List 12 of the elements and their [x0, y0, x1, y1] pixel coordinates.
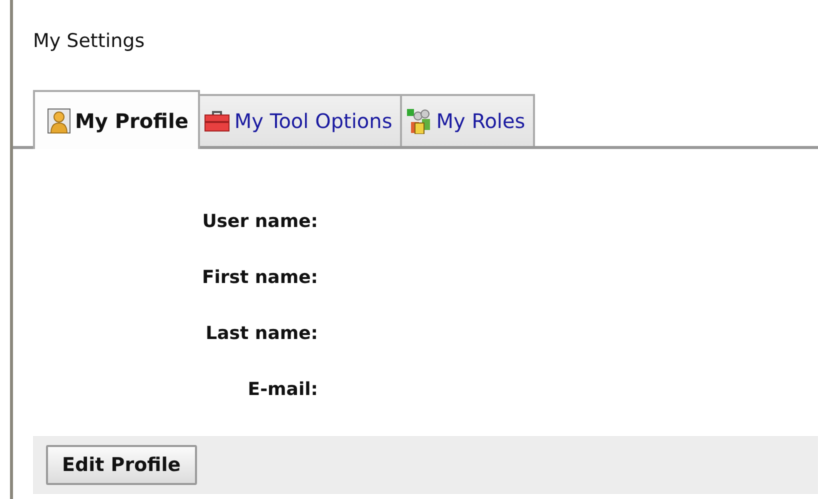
people-icon [406, 108, 432, 134]
person-icon [47, 108, 71, 134]
field-label: First name: [200, 267, 318, 290]
field-label: User name: [201, 211, 318, 234]
field-label: E-mail: [246, 379, 318, 402]
edit-profile-button[interactable]: Edit Profile [46, 445, 197, 485]
field-label: Last name: [204, 323, 318, 346]
tab[interactable]: My Roles [402, 94, 536, 146]
tab[interactable]: My Profile [33, 90, 200, 149]
toolbox-icon [204, 110, 230, 132]
tab[interactable]: My Tool Options [200, 94, 402, 146]
page-title: My Settings [33, 30, 146, 54]
